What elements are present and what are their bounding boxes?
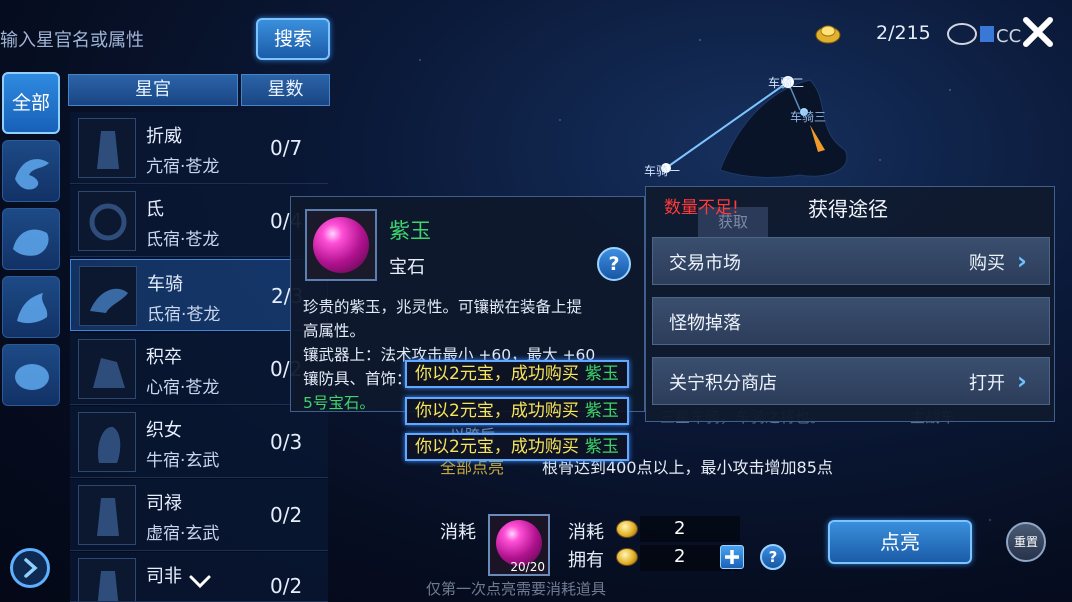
list-item[interactable]: 折威 亢宿·苍龙 0/7 xyxy=(70,112,328,184)
item-subtitle: 亢宿·苍龙 xyxy=(146,157,220,177)
search-button[interactable]: 搜索 xyxy=(256,18,330,60)
item-name: 折威 xyxy=(146,126,182,147)
item-type: 宝石 xyxy=(389,257,425,278)
filter-tiger-button[interactable] xyxy=(2,208,60,270)
item-subtitle: 氐宿·苍龙 xyxy=(147,305,221,325)
route-action: 购买 xyxy=(969,253,1005,274)
item-name: 织女 xyxy=(146,420,182,441)
azure-dragon-icon xyxy=(15,159,49,190)
item-name: 积卒 xyxy=(146,347,182,368)
item-name: 氐 xyxy=(146,199,164,220)
consume-item-slot[interactable]: 20/20 xyxy=(488,514,550,576)
constellation-figure-icon xyxy=(79,266,137,326)
desc-line: 珍贵的紫玉，兆灵性。可镶嵌在装备上提 xyxy=(303,298,583,316)
expand-arrow-icon[interactable] xyxy=(10,548,50,588)
star-label-3: 车骑三 xyxy=(790,110,827,124)
route-action: 打开 xyxy=(969,373,1005,394)
black-tortoise-icon xyxy=(15,364,49,390)
toast-text: 你以2元宝，成功购买 xyxy=(415,364,579,384)
insufficient-warning: 数量不足! xyxy=(664,198,739,218)
chevron-right-icon: › xyxy=(1017,247,1027,275)
acquire-title: 获得途径 xyxy=(808,197,888,221)
item-subtitle: 牛宿·玄武 xyxy=(146,451,220,471)
own-value: 2 xyxy=(674,546,686,567)
item-title: 紫玉 xyxy=(389,219,431,243)
item-name: 车骑 xyxy=(147,274,183,295)
route-label: 怪物掉落 xyxy=(669,313,741,334)
gold-ingot-icon xyxy=(814,20,842,46)
help-icon[interactable]: ? xyxy=(760,544,786,570)
purchase-toast: 你以2元宝，成功购买 紫玉 xyxy=(405,433,629,461)
item-count: 0/2 xyxy=(270,503,303,527)
constellation-figure-icon xyxy=(78,118,136,178)
route-market[interactable]: 交易市场 购买 › xyxy=(652,237,1050,285)
toast-text: 你以2元宝，成功购买 xyxy=(415,437,579,457)
category-filter: 全部 xyxy=(0,72,62,412)
filter-bird-button[interactable] xyxy=(2,276,60,338)
route-label: 关宁积分商店 xyxy=(669,373,777,394)
currency-count: 2/215 xyxy=(876,22,931,44)
chevron-right-icon: › xyxy=(1017,367,1027,395)
consume-label: 消耗 xyxy=(440,522,476,543)
column-header-count: 星数 xyxy=(241,74,330,106)
search-input[interactable] xyxy=(0,22,250,58)
consume-note: 仅第一次点亮需要消耗道具 xyxy=(426,580,607,598)
toast-text: 你以2元宝，成功购买 xyxy=(415,401,579,421)
close-icon[interactable] xyxy=(1018,12,1058,52)
item-count: 0/3 xyxy=(270,430,303,454)
toast-item: 紫玉 xyxy=(584,364,619,384)
purchase-toast: 你以2元宝，成功购买 紫玉 xyxy=(405,360,629,388)
item-name: 司禄 xyxy=(146,493,182,514)
route-monster-drop[interactable]: 怪物掉落 xyxy=(652,297,1050,345)
constellation-figure-icon xyxy=(78,485,136,545)
toast-item: 紫玉 xyxy=(584,437,619,457)
star-label-1: 车骑一 xyxy=(644,164,681,178)
game-screen: 车骑二 车骑三 车骑一 搜索 2/215 CC 全部 星官 星数 折威 xyxy=(0,0,1072,602)
reset-button[interactable]: 重置 xyxy=(1006,522,1046,562)
item-subtitle: 虚宿·玄武 xyxy=(146,524,220,544)
route-label: 交易市场 xyxy=(669,253,741,274)
list-item[interactable]: 织女 牛宿·玄武 0/3 xyxy=(70,406,328,478)
constellation-figure-icon xyxy=(78,339,136,399)
item-count: 0/2 xyxy=(270,574,303,598)
item-stock: 20/20 xyxy=(510,560,545,574)
purple-jade-item xyxy=(305,209,377,281)
white-tiger-icon xyxy=(13,229,49,256)
item-subtitle: 氐宿·苍龙 xyxy=(146,230,220,250)
toast-item: 紫玉 xyxy=(584,401,619,421)
add-plus-icon[interactable] xyxy=(720,545,744,569)
constellation-figure-icon xyxy=(78,191,136,251)
purple-gem-icon xyxy=(313,217,369,273)
scroll-down-chevron-icon[interactable] xyxy=(188,572,212,592)
route-shop[interactable]: 关宁积分商店 打开 › xyxy=(652,357,1050,405)
item-name: 司非 xyxy=(146,566,182,587)
purchase-toast: 你以2元宝，成功购买 紫玉 xyxy=(405,397,629,425)
star-label-2: 车骑二 xyxy=(768,76,805,90)
constellation-figure-icon xyxy=(78,412,136,472)
column-header-name: 星官 xyxy=(68,74,238,106)
help-icon[interactable]: ? xyxy=(597,247,631,281)
consume-value: 2 xyxy=(674,518,686,539)
gold-ingot-icon xyxy=(616,548,638,566)
acquire-panel: 获取 数量不足! 获得途径 交易市场 购买 › 怪物掉落 关宁积分商店 打开 › xyxy=(645,186,1055,422)
own-label: 拥有 xyxy=(568,550,604,571)
consume-value-box xyxy=(640,516,740,542)
light-up-button[interactable]: 点亮 xyxy=(828,520,972,564)
constellation-figure-icon xyxy=(78,558,136,601)
filter-all-button[interactable]: 全部 xyxy=(2,72,60,134)
gold-ingot-icon xyxy=(616,520,638,538)
list-item[interactable]: 司禄 虚宿·玄武 0/2 xyxy=(70,479,328,551)
item-count: 0/7 xyxy=(270,136,303,160)
consume-small-label: 消耗 xyxy=(568,522,604,543)
vermilion-bird-icon xyxy=(17,293,48,324)
filter-dragon-button[interactable] xyxy=(2,140,60,202)
desc-line: 高属性。 xyxy=(303,322,366,340)
item-subtitle: 心宿·苍龙 xyxy=(146,378,220,398)
filter-tortoise-button[interactable] xyxy=(2,344,60,406)
